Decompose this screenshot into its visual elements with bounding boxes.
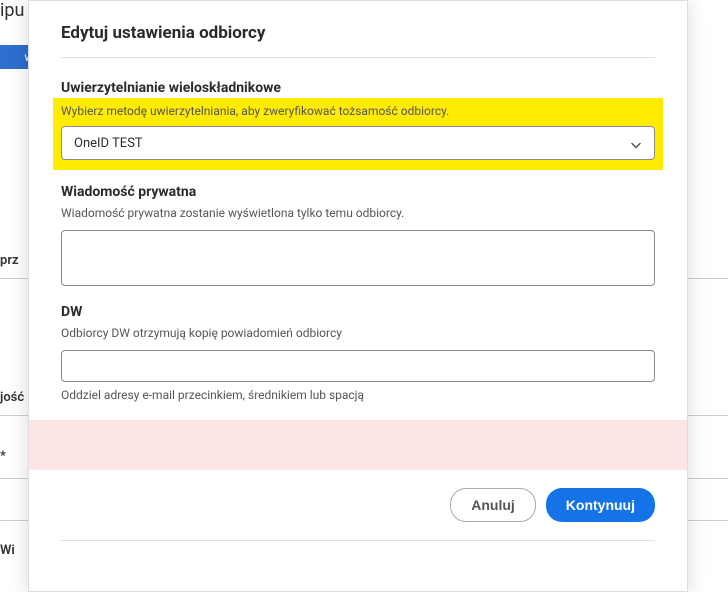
continue-button[interactable]: Kontynuuj — [546, 488, 655, 522]
bg-label-wi: Wi — [0, 543, 15, 558]
cancel-button[interactable]: Anuluj — [450, 488, 536, 522]
cc-description: Odbiorcy DW otrzymują kopię powiadomień … — [61, 326, 655, 340]
bg-label-prz: prz — [0, 253, 19, 268]
cc-help-text: Oddziel adresy e-mail przecinkiem, średn… — [61, 388, 655, 402]
modal-title: Edytuj ustawienia odbiorcy — [61, 23, 655, 58]
mfa-heading: Uwierzytelnianie wieloskładnikowe — [61, 80, 655, 96]
bg-label-josc: jość — [0, 390, 24, 405]
bg-top-text: ipu — [0, 0, 24, 21]
cc-input[interactable] — [61, 350, 655, 382]
bg-label-star: * — [0, 449, 6, 464]
mfa-description: Wybierz metodę uwierzytelniania, aby zwe… — [61, 104, 655, 118]
private-msg-description: Wiadomość prywatna zostanie wyświetlona … — [61, 206, 655, 220]
mfa-highlight: Wybierz metodę uwierzytelniania, aby zwe… — [53, 98, 663, 170]
mfa-method-select[interactable]: OneID TEST — [61, 126, 655, 160]
modal-dialog: Edytuj ustawienia odbiorcy Uwierzytelnia… — [28, 0, 688, 592]
chevron-down-icon — [630, 137, 642, 149]
private-msg-heading: Wiadomość prywatna — [61, 184, 655, 200]
cc-heading: DW — [61, 304, 655, 320]
button-row: Anuluj Kontynuuj — [61, 488, 655, 541]
pink-band — [29, 420, 687, 470]
mfa-method-value: OneID TEST — [74, 136, 630, 151]
private-msg-textarea[interactable] — [61, 230, 655, 286]
modal-content: Edytuj ustawienia odbiorcy Uwierzytelnia… — [29, 1, 687, 563]
